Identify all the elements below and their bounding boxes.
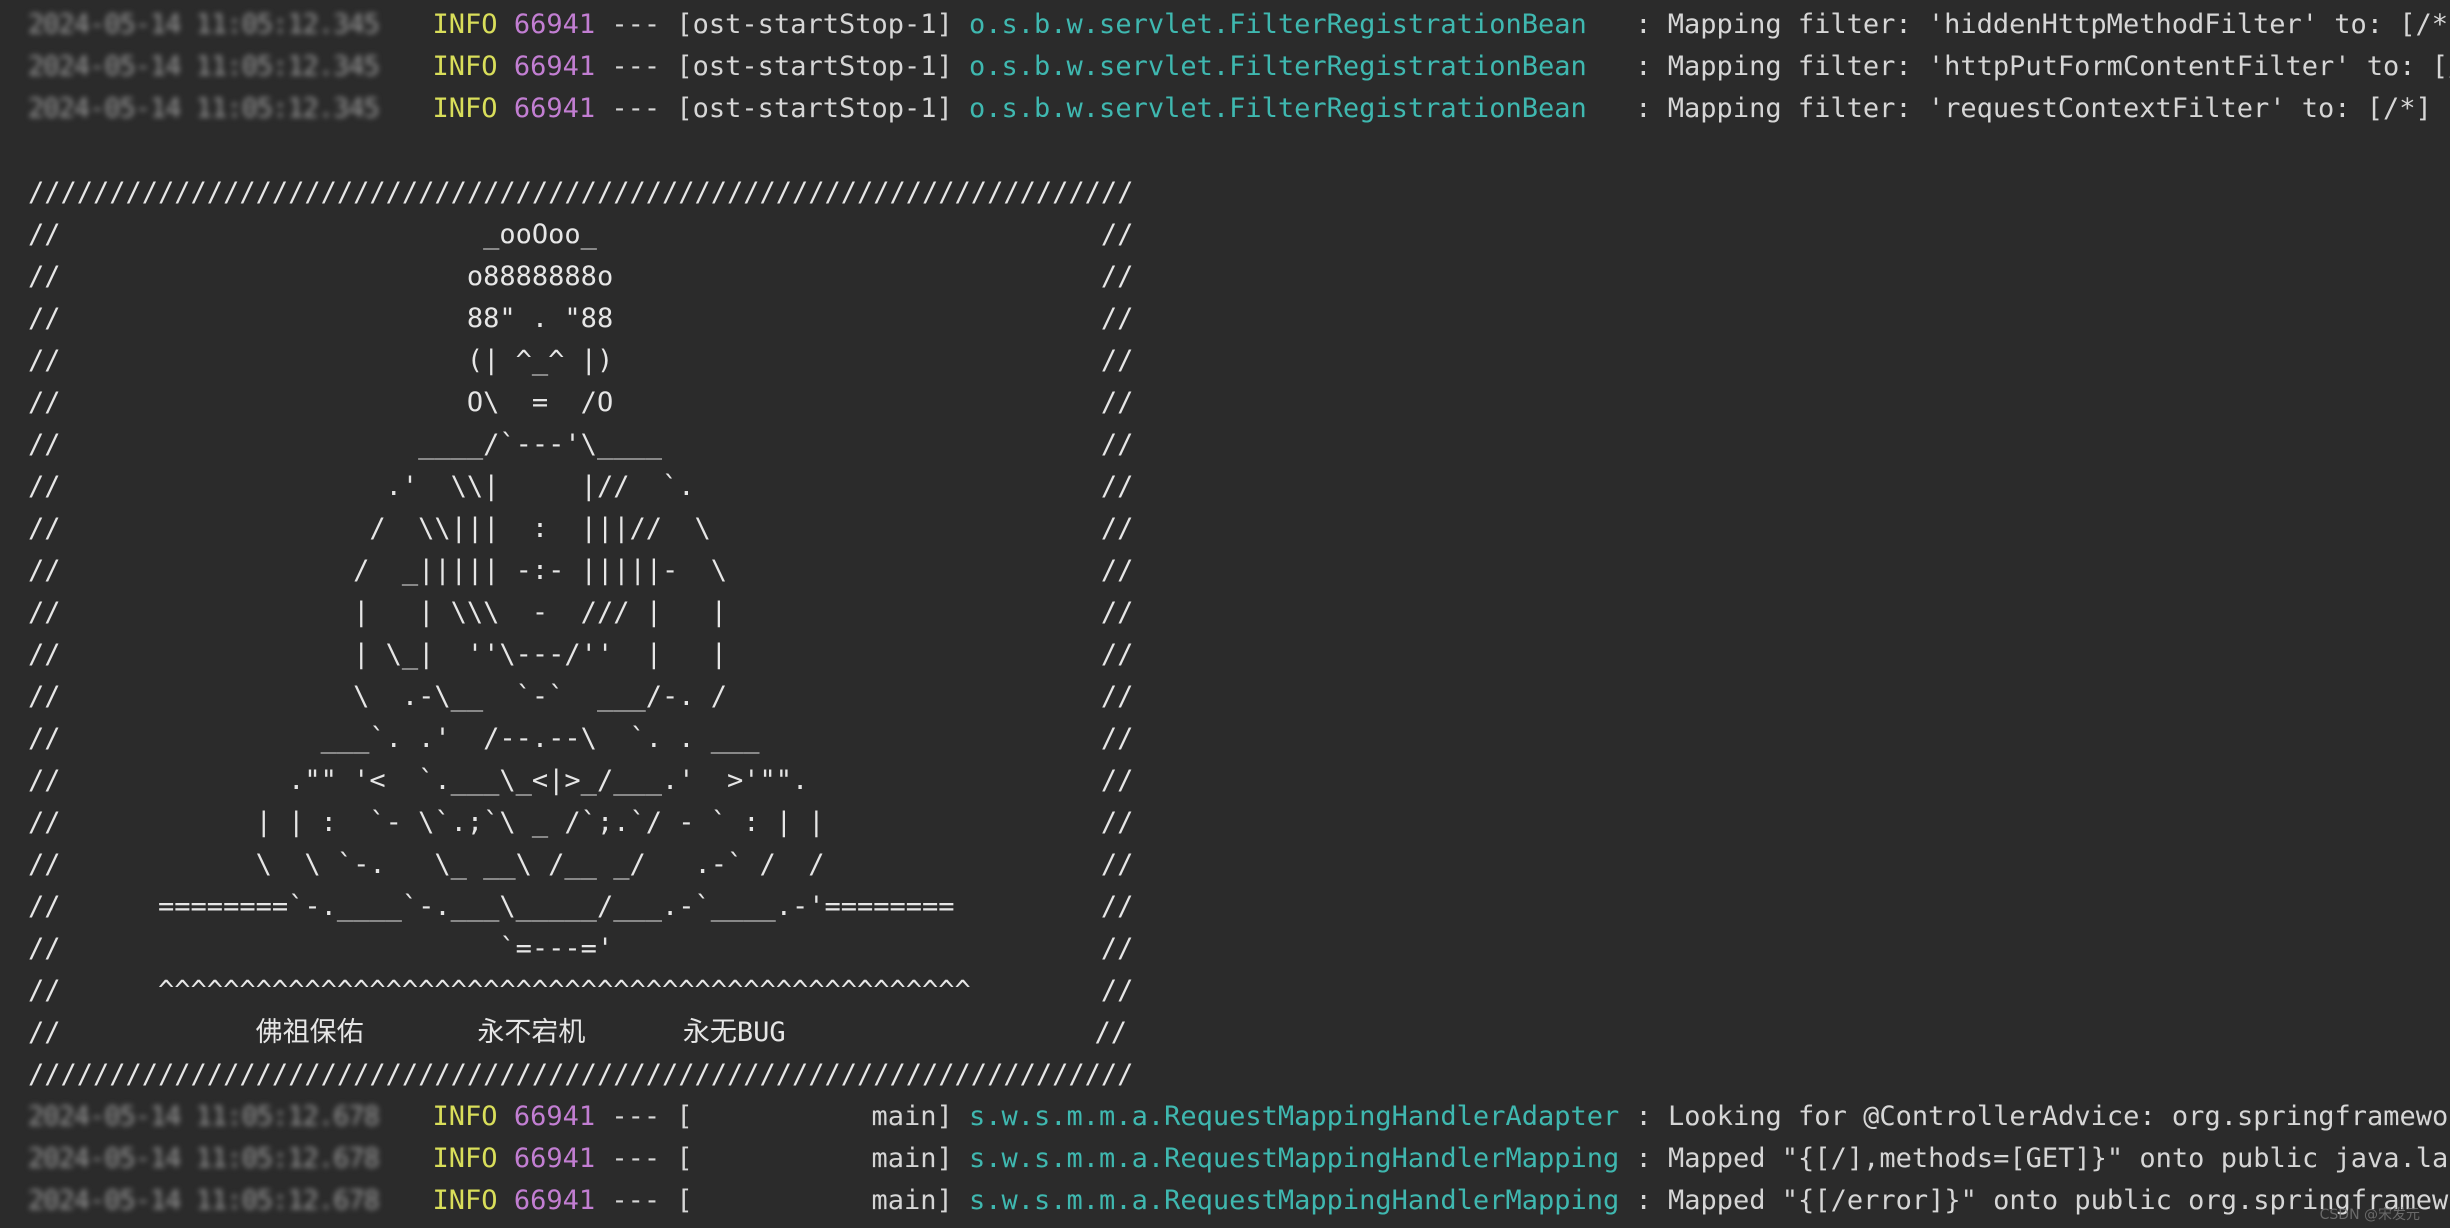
banner-line: // | | : `- \`.;`\ _ /`;.`/ - ` : | | // (28, 807, 1134, 838)
log-thread: [ main] (676, 1185, 953, 1216)
log-timestamp: 2024-05-14 11:05:12.345 (28, 93, 380, 124)
banner-line: // _ooOoo_ // (28, 219, 1134, 250)
log-separator: --- (611, 93, 661, 124)
banner-line: // (| ^_^ |) // (28, 345, 1134, 376)
banner-line: // O\ = /O // (28, 387, 1134, 418)
log-message: : Mapped "{[/],methods=[GET]}" onto publ… (1635, 1143, 2450, 1174)
log-logger: s.w.s.m.m.a.RequestMappingHandlerMapping (969, 1143, 1620, 1174)
log-timestamp: 2024-05-14 11:05:12.345 (28, 9, 380, 40)
log-line: 2024-05-14 11:05:12.678 INFO 66941 --- [… (28, 1180, 2450, 1222)
log-level: INFO (432, 1101, 498, 1132)
log-timestamp: 2024-05-14 11:05:12.678 (28, 1185, 380, 1216)
log-level: INFO (432, 1143, 498, 1174)
log-pid: 66941 (513, 93, 596, 124)
log-separator: --- (611, 1101, 661, 1132)
log-separator: --- (611, 9, 661, 40)
log-pid: 66941 (513, 1143, 596, 1174)
log-timestamp: 2024-05-14 11:05:12.678 (28, 1143, 380, 1174)
log-pid: 66941 (513, 1101, 596, 1132)
banner-line: ////////////////////////////////////////… (28, 1059, 1134, 1090)
log-message: : Mapping filter: 'hiddenHttpMethodFilte… (1635, 9, 2450, 40)
banner-line: // / \\||| : |||// \ // (28, 513, 1134, 544)
banner-line: // 佛祖保佑 永不宕机 永无BUG // (28, 1017, 1128, 1048)
watermark: CSDN @宋发元 (2319, 1207, 2420, 1223)
banner-line: // ."" '< `.___\_<|>_/___.' >'"". // (28, 765, 1134, 796)
banner-line: // ___`. .' /--.--\ `. . ___ // (28, 723, 1134, 754)
log-message: : Mapping filter: 'requestContextFilter'… (1635, 93, 2432, 124)
log-thread: [ost-startStop-1] (676, 51, 953, 82)
log-separator: --- (611, 1185, 661, 1216)
log-thread: [ main] (676, 1101, 953, 1132)
log-logger: s.w.s.m.m.a.RequestMappingHandlerAdapter (969, 1101, 1620, 1132)
log-pid: 66941 (513, 9, 596, 40)
banner-line: // | | \\\ - /// | | // (28, 597, 1134, 628)
log-logger: o.s.b.w.servlet.FilterRegistrationBean (969, 51, 1587, 82)
banner-line: // 88" . "88 // (28, 303, 1134, 334)
log-message: : Looking for @ControllerAdvice: org.spr… (1635, 1101, 2450, 1132)
log-separator: --- (611, 51, 661, 82)
log-separator: --- (611, 1143, 661, 1174)
terminal-output: 2024-05-14 11:05:12.345 INFO 66941 --- [… (0, 0, 2450, 1228)
log-line: 2024-05-14 11:05:12.345 INFO 66941 --- [… (28, 46, 2450, 88)
log-level: INFO (432, 51, 498, 82)
log-timestamp: 2024-05-14 11:05:12.678 (28, 1101, 380, 1132)
log-pid: 66941 (513, 51, 596, 82)
log-timestamp: 2024-05-14 11:05:12.345 (28, 51, 380, 82)
log-logger: o.s.b.w.servlet.FilterRegistrationBean (969, 93, 1587, 124)
log-line: 2024-05-14 11:05:12.678 INFO 66941 --- [… (28, 1096, 2450, 1138)
banner-line: // ========`-.____`-.___\_____/___.-`___… (28, 891, 1134, 922)
banner-line: // o8888888o // (28, 261, 1134, 292)
log-message: : Mapping filter: 'httpPutFormContentFil… (1635, 51, 2450, 82)
banner-line: // ____/`---'\____ // (28, 429, 1134, 460)
banner-line: // / _||||| -:- |||||- \ // (28, 555, 1134, 586)
log-pid: 66941 (513, 1185, 596, 1216)
log-line: 2024-05-14 11:05:12.345 INFO 66941 --- [… (28, 88, 2432, 130)
banner-line: // `=---=' // (28, 933, 1134, 964)
log-thread: [ost-startStop-1] (676, 9, 953, 40)
banner-line: ////////////////////////////////////////… (28, 177, 1134, 208)
log-level: INFO (432, 1185, 498, 1216)
log-thread: [ main] (676, 1143, 953, 1174)
banner-line: // | \_| ''\---/'' | | // (28, 639, 1134, 670)
log-level: INFO (432, 9, 498, 40)
log-level: INFO (432, 93, 498, 124)
log-line: 2024-05-14 11:05:12.345 INFO 66941 --- [… (28, 4, 2450, 46)
banner-line: // \ \ `-. \_ __\ /__ _/ .-` / / // (28, 849, 1134, 880)
banner-line: // .' \\| |// `. // (28, 471, 1134, 502)
banner-line: // ^^^^^^^^^^^^^^^^^^^^^^^^^^^^^^^^^^^^^… (28, 975, 1134, 1006)
log-line: 2024-05-14 11:05:12.678 INFO 66941 --- [… (28, 1138, 2450, 1180)
banner-line: // \ .-\__ `-` ___/-. / // (28, 681, 1134, 712)
log-logger: s.w.s.m.m.a.RequestMappingHandlerMapping (969, 1185, 1620, 1216)
log-logger: o.s.b.w.servlet.FilterRegistrationBean (969, 9, 1587, 40)
log-thread: [ost-startStop-1] (676, 93, 953, 124)
